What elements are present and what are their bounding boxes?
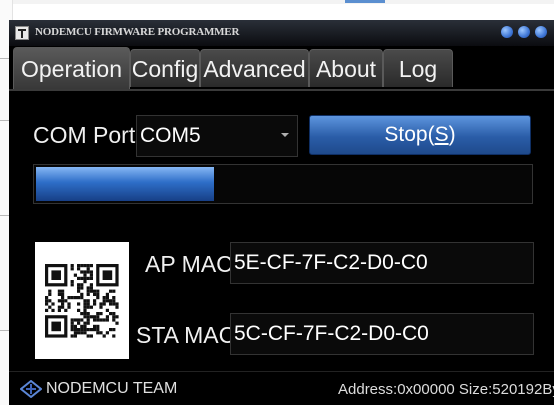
edge-tick bbox=[0, 215, 9, 216]
com-port-select[interactable]: COM5 bbox=[136, 115, 298, 157]
tab-bar: Operation Config Advanced About Log bbox=[9, 46, 554, 89]
ap-mac-label: AP MAC bbox=[145, 251, 233, 277]
stop-button-label-suffix: ) bbox=[448, 123, 456, 146]
nodemcu-team-logo-icon bbox=[20, 380, 42, 398]
sta-mac-label: STA MAC bbox=[136, 322, 236, 348]
stop-button[interactable]: Stop(S) bbox=[309, 115, 531, 155]
tab-operation[interactable]: Operation bbox=[13, 47, 130, 89]
qr-code-image bbox=[35, 242, 129, 359]
tab-divider bbox=[9, 89, 554, 91]
com-port-label: COM Port bbox=[33, 122, 136, 148]
window-title: NODEMCU FIRMWARE PROGRAMMER bbox=[35, 26, 240, 38]
status-address: Address:0x00000 bbox=[338, 381, 455, 398]
tab-config[interactable]: Config bbox=[130, 49, 200, 87]
page-top-accent bbox=[345, 0, 385, 3]
title-bar[interactable]: NODEMCU FIRMWARE PROGRAMMER bbox=[9, 20, 554, 46]
stop-button-mnemonic: S bbox=[434, 123, 449, 146]
status-bar: NODEMCU TEAM Address:0x00000 Size:520192… bbox=[9, 371, 554, 405]
chevron-down-icon[interactable] bbox=[281, 133, 289, 137]
ap-mac-field[interactable]: 5E-CF-7F-C2-D0-C0 bbox=[230, 242, 534, 284]
edge-tick bbox=[0, 120, 9, 121]
status-size: Size:520192Byte bbox=[458, 381, 554, 398]
edge-tick bbox=[0, 330, 9, 331]
tab-about[interactable]: About bbox=[309, 49, 383, 87]
status-info: Address:0x00000 Size:520192Byte bbox=[338, 381, 554, 398]
tab-log[interactable]: Log bbox=[383, 49, 453, 87]
close-icon[interactable] bbox=[535, 26, 547, 38]
flash-progress-bar bbox=[33, 164, 533, 204]
stop-button-label-prefix: Stop( bbox=[384, 123, 435, 146]
minimize-icon[interactable] bbox=[501, 26, 513, 38]
page-top-edge bbox=[0, 0, 554, 4]
programmer-window: NODEMCU FIRMWARE PROGRAMMER Operation Co… bbox=[9, 20, 554, 405]
edge-tick bbox=[0, 58, 9, 59]
maximize-icon[interactable] bbox=[518, 26, 530, 38]
tab-advanced[interactable]: Advanced bbox=[200, 49, 309, 87]
sta-mac-field[interactable]: 5C-CF-7F-C2-D0-C0 bbox=[230, 313, 534, 355]
progress-fill bbox=[36, 167, 214, 201]
app-icon bbox=[15, 26, 29, 40]
team-name: NODEMCU TEAM bbox=[46, 380, 178, 397]
com-port-value: COM5 bbox=[140, 124, 201, 147]
